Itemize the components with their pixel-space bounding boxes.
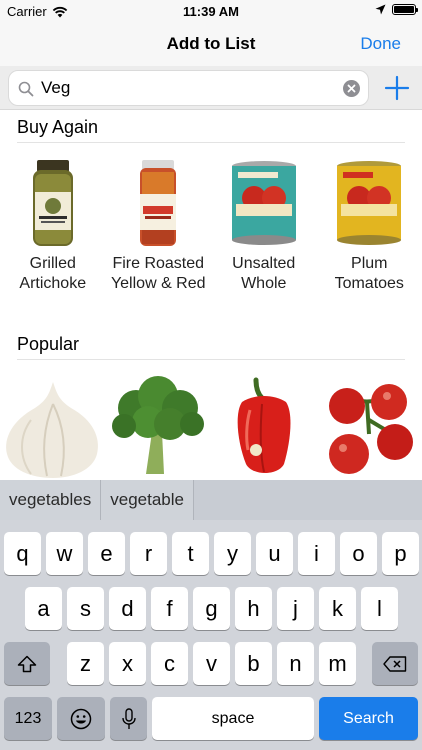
key-q[interactable]: q [4, 532, 41, 575]
key-v[interactable]: v [193, 642, 230, 685]
tomato-can-image [231, 161, 296, 245]
product-fire-roasted-peppers[interactable]: Fire Roasted Yellow & Red [106, 158, 212, 294]
buy-again-list: Grilled Artichoke Fire Roasted Yellow & … [0, 158, 422, 294]
artichoke-jar-image [32, 160, 73, 246]
product-name-line1: Plum [351, 255, 388, 272]
search-field[interactable] [8, 70, 369, 106]
key-p[interactable]: p [382, 532, 419, 575]
key-f[interactable]: f [151, 587, 188, 630]
dictation-key[interactable] [110, 697, 147, 740]
key-o[interactable]: o [340, 532, 377, 575]
key-b[interactable]: b [235, 642, 272, 685]
battery-icon [392, 4, 418, 15]
tomato-can-image [337, 161, 402, 245]
plus-icon[interactable] [383, 74, 411, 102]
key-w[interactable]: w [46, 532, 83, 575]
key-k[interactable]: k [319, 587, 356, 630]
product-name-line2: Tomatoes [334, 275, 404, 292]
key-u[interactable]: u [256, 532, 293, 575]
key-e[interactable]: e [88, 532, 125, 575]
keyboard-suggestions: vegetables vegetable [0, 480, 422, 520]
location-arrow-icon [375, 4, 386, 15]
key-z[interactable]: z [67, 642, 104, 685]
product-name-line2: Whole [241, 275, 287, 292]
search-icon [18, 81, 34, 97]
key-n[interactable]: n [277, 642, 314, 685]
popular-item-red-pepper[interactable] [211, 372, 317, 480]
key-r[interactable]: r [130, 532, 167, 575]
page-title: Add to List [166, 34, 256, 53]
product-name-line1: Unsalted [232, 255, 296, 272]
section-title-buy-again: Buy Again [17, 117, 99, 137]
product-name-line2: Yellow & Red [110, 275, 206, 292]
navigation-bar: Add to List Done [0, 22, 422, 66]
status-bar: Carrier 11:39 AM [0, 0, 422, 22]
section-divider [17, 359, 405, 360]
product-name-line1: Fire Roasted [112, 255, 205, 272]
key-y[interactable]: y [214, 532, 251, 575]
key-a[interactable]: a [25, 587, 62, 630]
emoji-key[interactable] [57, 697, 105, 740]
product-grilled-artichoke[interactable]: Grilled Artichoke [0, 158, 106, 294]
emoji-icon [70, 708, 92, 729]
status-time: 11:39 AM [183, 4, 239, 19]
clear-icon[interactable] [343, 80, 360, 97]
key-m[interactable]: m [319, 642, 356, 685]
shift-key[interactable] [4, 642, 50, 685]
numbers-key[interactable]: 123 [4, 697, 52, 740]
popular-item-garlic[interactable] [0, 372, 106, 480]
popular-item-broccoli[interactable] [106, 372, 212, 480]
keyboard: q w e r t y u i o p a s d f g h j k l z … [0, 520, 422, 750]
broccoli-image [112, 376, 205, 474]
popular-list [0, 372, 422, 480]
done-button[interactable]: Done [360, 34, 401, 54]
microphone-icon [121, 707, 136, 729]
product-unsalted-whole[interactable]: Unsalted Whole [211, 158, 317, 294]
delete-key[interactable] [372, 642, 418, 685]
product-name-line2: Artichoke [19, 275, 87, 292]
section-title-popular: Popular [17, 334, 80, 354]
shift-icon [17, 655, 37, 672]
product-plum-tomatoes[interactable]: Plum Tomatoes [317, 158, 422, 294]
key-g[interactable]: g [193, 587, 230, 630]
space-key[interactable]: space [152, 697, 314, 740]
key-x[interactable]: x [109, 642, 146, 685]
search-bar [0, 66, 422, 110]
search-input[interactable] [41, 71, 341, 105]
popular-item-tomatoes[interactable] [317, 372, 422, 480]
garlic-image [5, 382, 98, 478]
suggestion-item[interactable]: vegetable [101, 480, 194, 520]
tomatoes-image [329, 384, 414, 474]
red-pepper-image [237, 377, 291, 473]
suggestion-item[interactable]: vegetables [0, 480, 102, 520]
key-l[interactable]: l [361, 587, 398, 630]
search-key[interactable]: Search [319, 697, 418, 740]
key-d[interactable]: d [109, 587, 146, 630]
backspace-icon [383, 655, 407, 672]
section-divider [17, 142, 405, 143]
product-name-line1: Grilled [29, 255, 76, 272]
key-j[interactable]: j [277, 587, 314, 630]
key-i[interactable]: i [298, 532, 335, 575]
key-h[interactable]: h [235, 587, 272, 630]
pepper-jar-image [140, 160, 177, 246]
key-t[interactable]: t [172, 532, 209, 575]
key-c[interactable]: c [151, 642, 188, 685]
key-s[interactable]: s [67, 587, 104, 630]
